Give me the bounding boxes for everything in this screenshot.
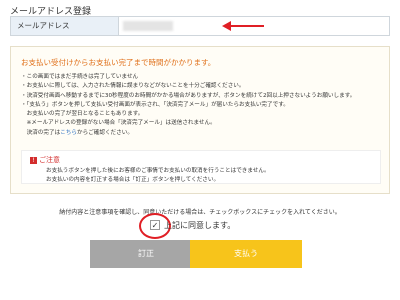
caution-box: ! ご注意 お支払うボタンを押した後にお客様のご事情でお支払いの取消を行うことはで… [21, 150, 381, 184]
email-value[interactable] [123, 21, 173, 31]
caution-line: お支払うボタンを押した後にお客様のご事情でお支払いの取消を行うことはできません。 [46, 168, 270, 174]
correct-button[interactable]: 訂正 [90, 240, 202, 268]
consent-checkbox[interactable]: ✓ [150, 220, 160, 230]
consent-row: ✓ 上記に同意します。 [131, 213, 261, 239]
notice-item: ※メールアドレスの登録がない場合「決済完了メール」は送信されません。 [21, 120, 216, 127]
notice-item: お支払いの完了が翌日となることもあります。 [21, 111, 144, 118]
caution-title-text: ご注意 [39, 156, 60, 164]
email-label: メールアドレス [11, 17, 119, 35]
notice-box: お支払い受付けからお支払い完了まで時間がかかります。 ・この画面ではまだ手続きは… [10, 46, 390, 194]
email-row: メールアドレス [10, 16, 390, 36]
caution-title: ! ご注意 [30, 155, 60, 165]
notice-heading: お支払い受付けからお支払い完了まで時間がかかります。 [21, 58, 216, 67]
notice-item: ・「支払う」ボタンを押して支払い受付画面が表示され、「決済完了メール」が届いたら… [21, 101, 289, 108]
notice-item: ・この画面ではまだ手続きは完了していません [21, 74, 139, 80]
pay-button[interactable]: 支払う [190, 240, 302, 268]
notice-item: ・お支払いに際しては、入力された情報に誤まりなどがないことを十分ご確認ください。 [21, 83, 245, 90]
consent-label[interactable]: 上記に同意します。 [164, 220, 235, 231]
caution-line: お支払いの内容を訂正する場合は「訂正」ボタンを押してください。 [46, 177, 220, 183]
notice-last-prefix: 決済の完了は [21, 129, 61, 136]
notice-list: ・この画面ではまだ手続きは完了していません ・お支払いに際しては、入力された情報… [21, 73, 383, 138]
notice-last-suffix: からご確認ください。 [76, 129, 133, 136]
red-arrow-annotation [222, 21, 264, 31]
consent-instruction: 納付内容と注意事項を確認し、同意いただける場合は、チェックボックスにチェックを入… [59, 209, 341, 216]
notice-item: ・決済受付画面へ移動するまでに30秒程度のお時間がかかる場合がありますが、ボタン… [21, 92, 356, 99]
notice-item-last: 決済の完了はこちらからご確認ください。 [21, 129, 383, 138]
confirm-link[interactable]: こちら [60, 130, 77, 136]
caution-badge-icon: ! [30, 157, 37, 164]
